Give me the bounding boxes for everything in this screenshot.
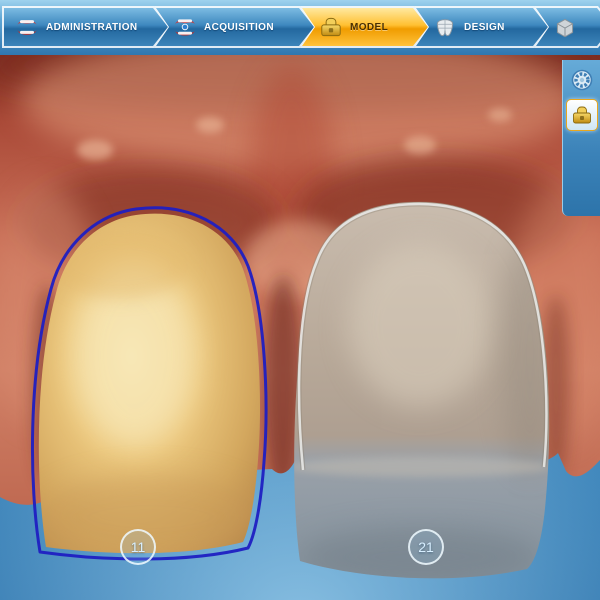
dentures-icon <box>14 14 40 40</box>
occlusal-arch-view-button[interactable] <box>566 64 598 96</box>
model-viewport[interactable] <box>0 55 600 600</box>
tooth-label-21[interactable]: 21 <box>408 529 444 565</box>
occlusal-arch-icon <box>570 68 594 92</box>
view-toolbar <box>562 60 600 216</box>
model-die-icon <box>570 103 594 127</box>
tab-acquisition-label: ACQUISITION <box>204 22 274 33</box>
tab-design[interactable]: DESIGN <box>414 6 550 48</box>
model-die-view-button[interactable] <box>566 99 598 131</box>
tab-model[interactable]: MODEL <box>300 6 430 48</box>
acquisition-camera-icon <box>172 14 198 40</box>
tab-acquisition[interactable]: ACQUISITION <box>154 6 316 48</box>
model-die-icon <box>318 14 344 40</box>
tooth-mesh-icon <box>432 14 458 40</box>
tab-design-label: DESIGN <box>464 22 505 33</box>
workflow-header: ADMINISTRATION ACQUISITION <box>0 0 600 55</box>
tab-administration[interactable]: ADMINISTRATION <box>2 6 170 48</box>
tooth-label-11[interactable]: 11 <box>120 529 156 565</box>
tab-model-label: MODEL <box>350 22 388 33</box>
milling-block-icon <box>552 14 578 40</box>
application-window: 11 21 ADMINISTRATION <box>0 0 600 600</box>
tab-administration-label: ADMINISTRATION <box>46 22 138 33</box>
dental-3d-scene[interactable] <box>0 55 600 600</box>
